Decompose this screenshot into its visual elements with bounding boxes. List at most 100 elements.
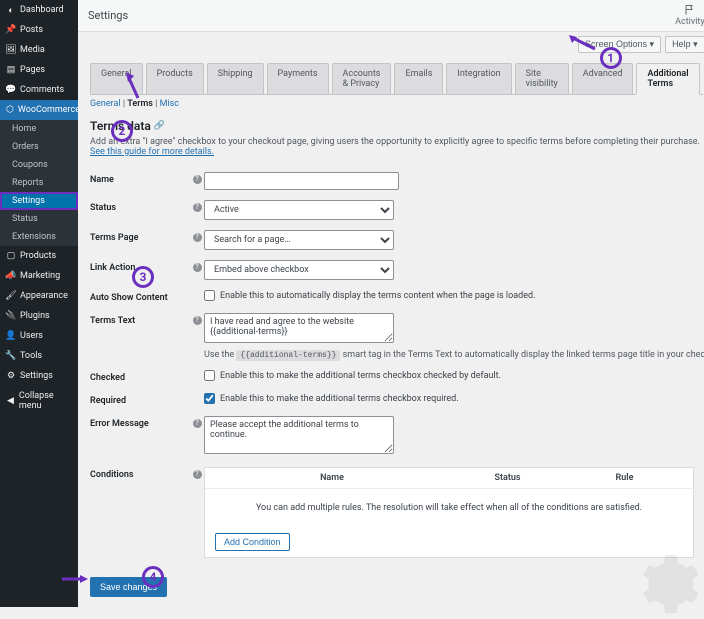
save-changes-button[interactable]: Save changes [90, 577, 167, 597]
help-icon[interactable]: ? [193, 233, 202, 242]
help-icon[interactable]: ? [193, 470, 202, 479]
subsub-terms[interactable]: Terms [127, 99, 153, 109]
label-name: Name [90, 172, 190, 185]
label-auto-show: Auto Show Content [90, 290, 190, 303]
dashboard-icon: ◐ [6, 5, 16, 15]
help-icon[interactable]: ? [193, 175, 202, 184]
megaphone-icon: 📣 [6, 271, 16, 281]
sidebar-item-label: Marketing [20, 271, 60, 281]
terms-text-textarea[interactable] [204, 313, 394, 343]
sidebar-subitem-settings[interactable]: Settings [0, 192, 78, 210]
label-conditions: Conditions [90, 467, 190, 480]
tab-integration[interactable]: Integration [446, 63, 511, 94]
conditions-table: Name Status Rule You can add multiple ru… [204, 467, 694, 558]
sidebar-item-label: Dashboard [20, 5, 64, 15]
settings-tabs: General Products Shipping Payments Accou… [90, 63, 703, 95]
tab-additional-terms[interactable]: Additional Terms [636, 63, 699, 95]
sidebar-item-tools[interactable]: 🔧 Tools [0, 346, 78, 366]
help-icon[interactable]: ? [193, 316, 202, 325]
auto-show-checkbox[interactable] [204, 290, 215, 301]
sidebar-subitem-coupons[interactable]: Coupons [0, 156, 78, 174]
sidebar-item-appearance[interactable]: 🖌 Appearance [0, 286, 78, 306]
flag-icon [684, 4, 696, 16]
sidebar-subitem-reports[interactable]: Reports [0, 174, 78, 192]
name-input[interactable] [204, 172, 399, 190]
link-action-select[interactable]: Embed above checkbox [204, 260, 394, 280]
sidebar-item-dashboard[interactable]: ◐ Dashboard [0, 0, 78, 20]
sidebar-item-woocommerce[interactable]: ⬡WooCommerce [0, 100, 78, 120]
tab-shipping[interactable]: Shipping [207, 63, 264, 94]
sidebar-item-comments[interactable]: 💬Comments [0, 80, 78, 100]
page-title: Settings [88, 9, 128, 22]
error-message-textarea[interactable] [204, 416, 394, 454]
tab-general[interactable]: General [90, 63, 143, 94]
cond-col-rule: Rule [566, 473, 683, 483]
label-required: Required [90, 393, 190, 406]
user-icon: 👤 [6, 331, 16, 341]
sidebar-item-wpsettings[interactable]: ⚙ Settings [0, 366, 78, 386]
tab-visibility[interactable]: Site visibility [515, 63, 569, 94]
help-icon[interactable]: ? [193, 419, 202, 428]
sidebar-item-media[interactable]: 🖼Media [0, 40, 78, 60]
subsub-general[interactable]: General [90, 99, 121, 109]
label-terms-page: Terms Page [90, 230, 190, 243]
tab-emails[interactable]: Emails [394, 63, 443, 94]
subsub-misc[interactable]: Misc [160, 99, 179, 109]
activity-label: Activity [675, 17, 704, 27]
terms-page-select[interactable]: Search for a page… [204, 230, 394, 250]
auto-show-desc: Enable this to automatically display the… [220, 291, 535, 301]
tab-advanced[interactable]: Advanced [572, 63, 634, 94]
sub-subnav: General | Terms | Misc [90, 95, 703, 113]
sidebar-item-users[interactable]: 👤 Users [0, 326, 78, 346]
cond-col-name: Name [215, 473, 449, 483]
pin-icon: 📌 [6, 25, 16, 35]
label-link-action: Link Action [90, 260, 190, 273]
sidebar-item-products[interactable]: ▢Products [0, 246, 78, 266]
sidebar-subitem-orders[interactable]: Orders [0, 138, 78, 156]
checked-checkbox[interactable] [204, 370, 215, 381]
section-description: Add an extra "I agree" checkbox to your … [90, 137, 703, 157]
sidebar-item-label: Users [20, 331, 43, 341]
sidebar-item-label: Posts [20, 25, 43, 35]
sidebar-item-pages[interactable]: ▤Pages [0, 60, 78, 80]
box-icon: ▢ [6, 251, 16, 261]
screen-options-toggle[interactable]: Screen Options ▾ [578, 36, 661, 53]
add-condition-button[interactable]: Add Condition [215, 533, 290, 551]
sidebar-item-label: Tools [20, 351, 42, 361]
sidebar-item-marketing[interactable]: 📣 Marketing [0, 266, 78, 286]
sidebar-item-label: Settings [20, 371, 53, 381]
help-icon[interactable]: ? [193, 203, 202, 212]
guide-link[interactable]: See this guide for more details. [90, 147, 214, 157]
tab-payments[interactable]: Payments [267, 63, 329, 94]
sidebar-item-collapse[interactable]: ◀ Collapse menu [0, 386, 78, 416]
sidebar-item-plugins[interactable]: 🔌 Plugins [0, 306, 78, 326]
sidebar-item-label: Collapse menu [19, 391, 72, 411]
brush-icon: 🖌 [6, 291, 16, 301]
sidebar-item-label: Plugins [20, 311, 50, 321]
help-icon[interactable]: ? [193, 263, 202, 272]
plug-icon: 🔌 [6, 311, 16, 321]
label-terms-text: Terms Text [90, 313, 190, 326]
section-heading-text: Terms data [90, 119, 151, 133]
conditions-empty-message: You can add multiple rules. The resoluti… [205, 489, 693, 527]
sidebar-subitem-home[interactable]: Home [0, 120, 78, 138]
media-icon: 🖼 [6, 45, 16, 55]
help-toggle[interactable]: Help ▾ [665, 36, 704, 53]
required-checkbox[interactable] [204, 393, 215, 404]
gear-icon: ⚙ [6, 371, 16, 381]
woocommerce-icon: ⬡ [6, 105, 14, 115]
wrench-icon: 🔧 [6, 351, 16, 361]
collapse-icon: ◀ [6, 396, 15, 406]
sidebar-subitem-extensions[interactable]: Extensions [0, 228, 78, 246]
smart-tag-code: {{additional-terms}} [236, 350, 340, 361]
status-select[interactable]: Active [204, 200, 394, 220]
activity-button[interactable]: Activity [675, 4, 704, 27]
sidebar-item-label: Appearance [20, 291, 68, 301]
label-status: Status [90, 200, 190, 213]
terms-text-hint: Use the {{additional-terms}} smart tag i… [204, 350, 704, 360]
tab-accounts[interactable]: Accounts & Privacy [332, 63, 392, 94]
sidebar-item-posts[interactable]: 📌 Posts [0, 20, 78, 40]
tab-products[interactable]: Products [146, 63, 204, 94]
main-content: Settings Activity Screen Options ▾ Help … [78, 0, 704, 607]
sidebar-subitem-status[interactable]: Status [0, 210, 78, 228]
